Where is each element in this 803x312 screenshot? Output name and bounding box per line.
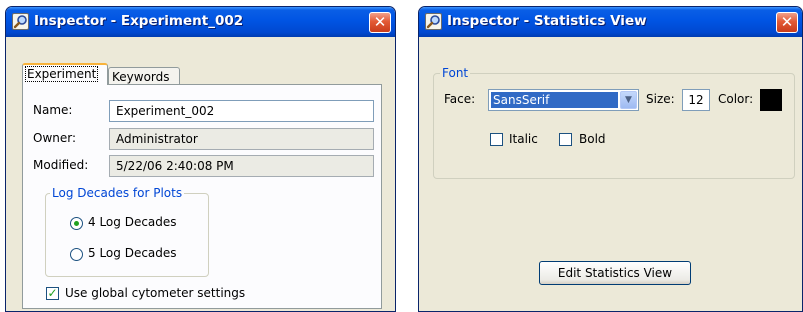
font-group: Font Face: SansSerif ▼ Size: 12 Color: I… (433, 66, 795, 179)
close-button[interactable]: ✕ (776, 12, 798, 33)
log-decades-group: Log Decades for Plots 4 Log Decades 5 Lo… (45, 186, 209, 277)
tab-keywords-label: Keywords (112, 70, 170, 84)
experiment-tab-panel: Name: Experiment_002 Owner: Administrato… (22, 84, 382, 309)
close-x-icon: ✕ (780, 13, 794, 31)
italic-checkbox[interactable] (490, 133, 503, 146)
log-decades-legend: Log Decades for Plots (50, 186, 185, 200)
color-label: Color: (718, 92, 754, 106)
font-legend: Font (440, 66, 471, 80)
window-title: Inspector - Statistics View (447, 13, 647, 29)
modified-field: 5/22/06 2:40:08 PM (109, 155, 374, 177)
tab-experiment-label: Experiment (24, 66, 99, 82)
edit-statistics-view-button[interactable]: Edit Statistics View (539, 261, 691, 285)
radio-5-log-decades[interactable] (70, 248, 83, 261)
face-combobox[interactable]: SansSerif ▼ (488, 89, 639, 111)
name-label: Name: (33, 103, 73, 117)
global-settings-checkbox[interactable]: ✓ (46, 287, 59, 300)
name-field[interactable]: Experiment_002 (109, 100, 374, 122)
radio-5-log-decades-label[interactable]: 5 Log Decades (88, 246, 177, 260)
experiment-inspector-window: Inspector - Experiment_002 ✕ Experiment … (5, 6, 396, 312)
inspector-magnifier-icon (425, 13, 442, 30)
bold-checkbox[interactable] (559, 133, 572, 146)
tab-experiment[interactable]: Experiment (22, 63, 108, 85)
owner-label: Owner: (33, 131, 77, 145)
window-title: Inspector - Experiment_002 (34, 13, 244, 29)
statistics-inspector-titlebar[interactable]: Inspector - Statistics View ✕ (419, 7, 802, 37)
chevron-down-icon[interactable]: ▼ (620, 91, 637, 109)
size-label: Size: (646, 92, 675, 106)
face-label: Face: (444, 92, 476, 106)
statistics-inspector-window: Inspector - Statistics View ✕ Font Face:… (418, 6, 803, 312)
global-settings-label[interactable]: Use global cytometer settings (65, 286, 245, 300)
experiment-inspector-titlebar[interactable]: Inspector - Experiment_002 ✕ (6, 7, 395, 37)
italic-label[interactable]: Italic (509, 132, 538, 146)
close-x-icon: ✕ (373, 13, 387, 31)
inspector-magnifier-icon (12, 13, 29, 30)
close-button[interactable]: ✕ (369, 12, 391, 33)
color-swatch[interactable] (760, 89, 782, 111)
size-field[interactable]: 12 (682, 89, 710, 111)
owner-field: Administrator (109, 128, 374, 150)
modified-label: Modified: (33, 158, 89, 172)
bold-label[interactable]: Bold (579, 132, 606, 146)
face-combobox-value: SansSerif (491, 92, 618, 108)
radio-4-log-decades[interactable] (70, 217, 83, 230)
radio-4-log-decades-label[interactable]: 4 Log Decades (88, 215, 177, 229)
